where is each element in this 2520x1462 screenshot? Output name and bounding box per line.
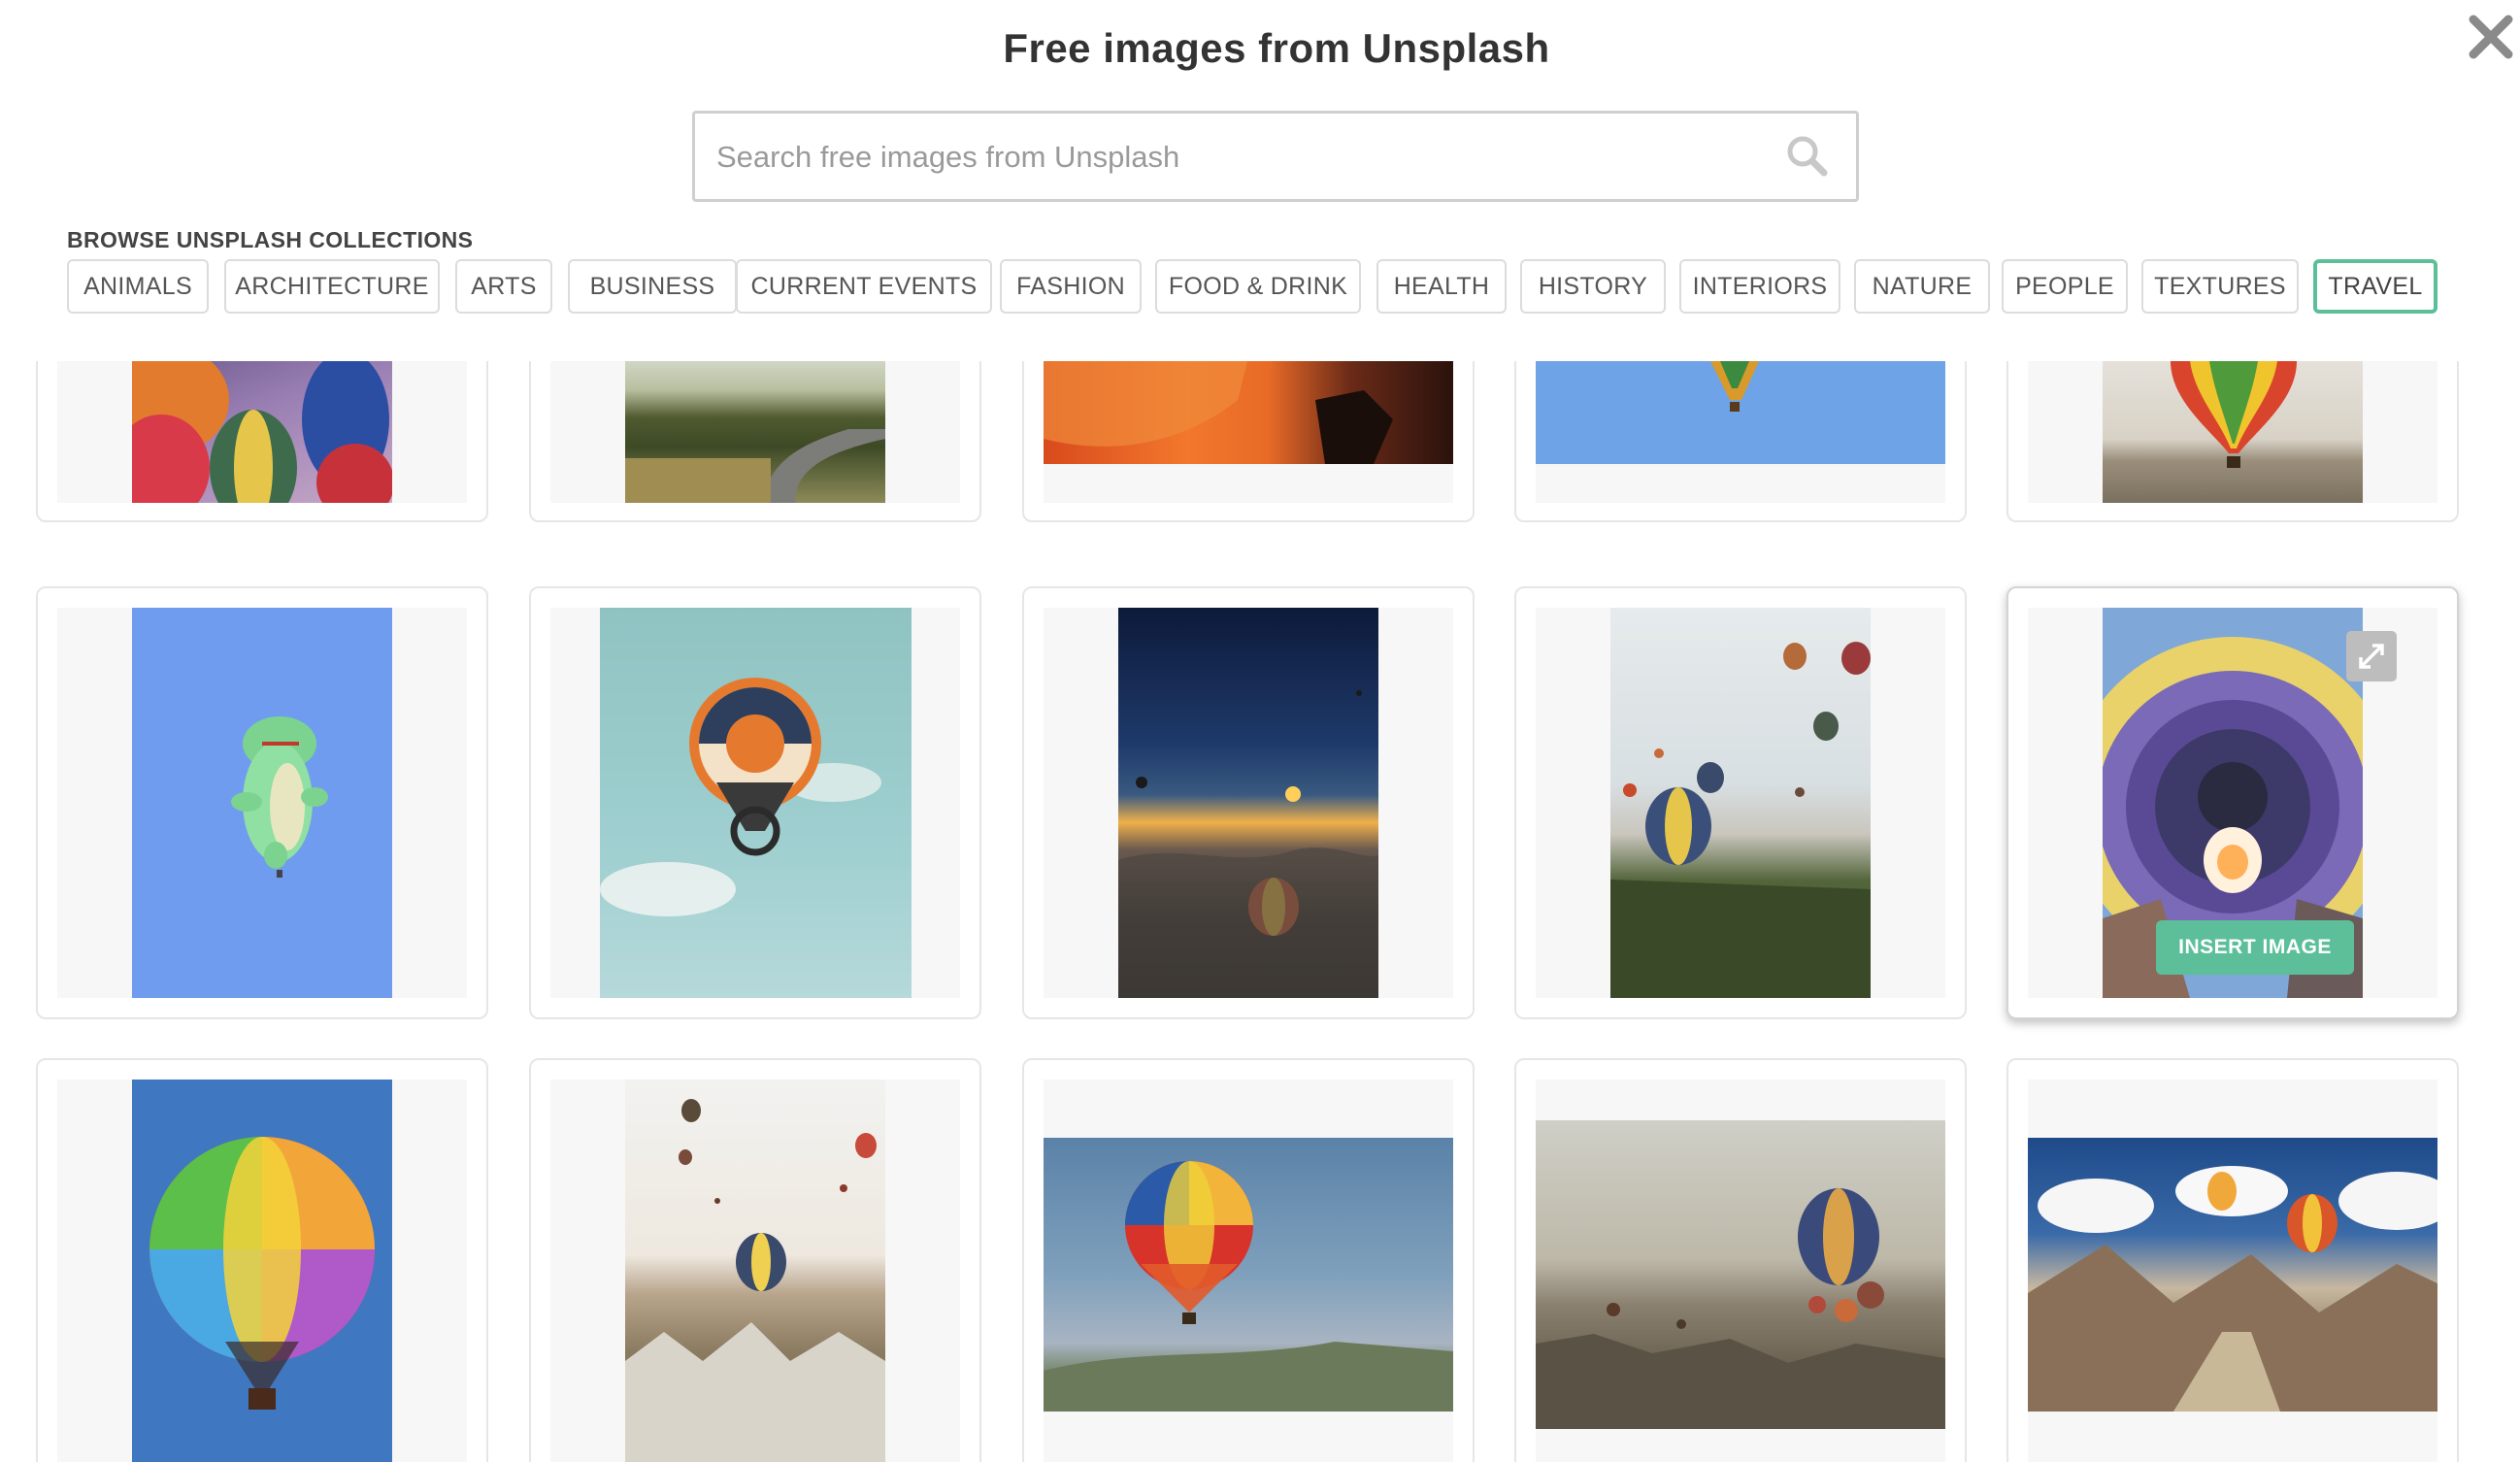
image-card[interactable] [36, 361, 488, 522]
image-thumbnail [132, 1080, 392, 1462]
image-thumbnail [1536, 1120, 1945, 1429]
image-card[interactable] [1514, 1058, 1967, 1462]
image-card[interactable] [1022, 361, 1475, 522]
image-card[interactable] [2006, 361, 2459, 522]
image-thumbnail [132, 361, 392, 503]
chip-arts[interactable]: ARTS [455, 259, 552, 314]
insert-image-button[interactable]: INSERT IMAGE [2156, 920, 2354, 975]
chip-textures[interactable]: TEXTURES [2141, 259, 2299, 314]
search-input[interactable] [714, 114, 1767, 201]
modal-title: Free images from Unsplash [1003, 25, 1550, 71]
image-card[interactable] [529, 586, 981, 1019]
image-thumbnail [2103, 361, 2363, 503]
chip-food-drink[interactable]: FOOD & DRINK [1155, 259, 1361, 314]
chip-current-events[interactable]: CURRENT EVENTS [736, 259, 992, 314]
image-card[interactable] [36, 586, 488, 1019]
image-thumbnail [625, 361, 885, 503]
image-thumbnail [2028, 1138, 2437, 1412]
image-thumbnail [132, 608, 392, 998]
chip-business[interactable]: BUSINESS [568, 259, 737, 314]
image-card[interactable] [1022, 1058, 1475, 1462]
chip-interiors[interactable]: INTERIORS [1679, 259, 1840, 314]
image-card[interactable] [36, 1058, 488, 1462]
unsplash-modal: Free images from Unsplash BROWSE UNSPLAS… [0, 0, 2520, 1462]
image-thumbnail [1610, 608, 1871, 998]
expand-icon[interactable] [2346, 631, 2397, 681]
image-card[interactable] [529, 361, 981, 522]
image-card[interactable] [1514, 586, 1967, 1019]
search-icon[interactable] [1784, 133, 1829, 178]
chip-travel[interactable]: TRAVEL [2313, 259, 2437, 314]
chip-architecture[interactable]: ARCHITECTURE [224, 259, 440, 314]
image-thumbnail [1044, 361, 1453, 464]
collections-heading: BROWSE UNSPLASH COLLECTIONS [67, 227, 474, 252]
image-thumbnail [625, 1080, 885, 1462]
image-card[interactable] [1514, 361, 1967, 522]
image-thumbnail [1118, 608, 1378, 998]
image-card[interactable] [529, 1058, 981, 1462]
image-card[interactable] [2006, 1058, 2459, 1462]
image-card[interactable] [1022, 586, 1475, 1019]
image-grid: INSERT IMAGE [0, 361, 2520, 1462]
chip-health[interactable]: HEALTH [1376, 259, 1507, 314]
chip-animals[interactable]: ANIMALS [67, 259, 209, 314]
search-box [692, 111, 1859, 202]
image-card-hovered[interactable]: INSERT IMAGE [2006, 586, 2459, 1019]
chip-fashion[interactable]: FASHION [1000, 259, 1142, 314]
chip-people[interactable]: PEOPLE [2002, 259, 2128, 314]
image-thumbnail [1044, 1138, 1453, 1412]
chip-history[interactable]: HISTORY [1520, 259, 1666, 314]
image-thumbnail [1536, 361, 1945, 464]
close-icon[interactable] [2464, 10, 2518, 64]
chip-nature[interactable]: NATURE [1854, 259, 1990, 314]
image-thumbnail [600, 608, 912, 998]
